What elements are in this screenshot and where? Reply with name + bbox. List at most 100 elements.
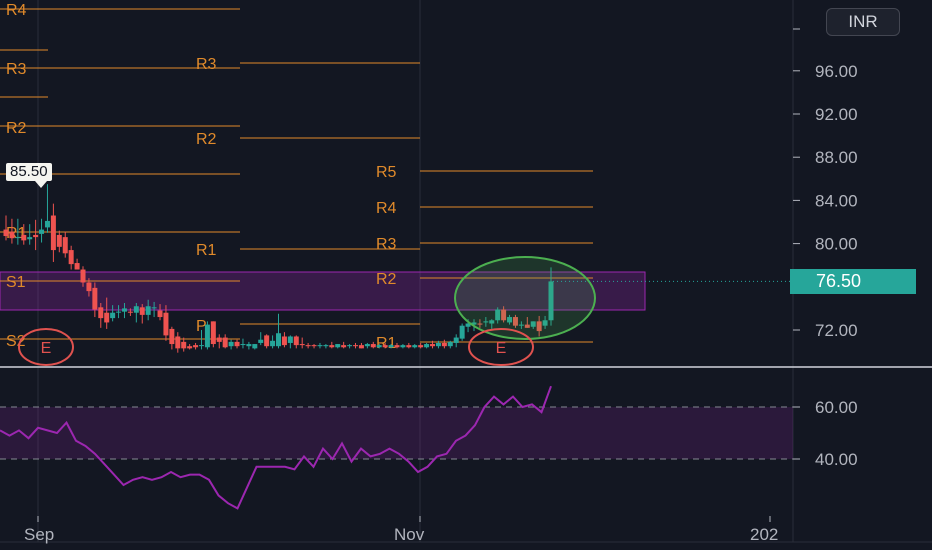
price-tick-label: 84.00: [815, 191, 858, 210]
candle-body: [293, 336, 299, 346]
candle-body: [459, 325, 465, 339]
rsi-tick-label: 40.00: [815, 450, 858, 469]
time-tick-label: Nov: [394, 525, 425, 544]
candle-body: [216, 337, 222, 342]
candle-body: [347, 345, 353, 347]
candle-body: [116, 311, 122, 313]
candlestick-series: [3, 184, 554, 353]
candle-body: [228, 341, 234, 347]
candle-body: [299, 344, 305, 346]
candle-body: [258, 339, 264, 343]
candle-body: [104, 312, 110, 323]
price-tick-label: 80.00: [815, 235, 858, 254]
candle-body: [127, 311, 133, 313]
candle-body: [412, 345, 418, 348]
price-tick-label: 72.00: [815, 321, 858, 340]
candle-body: [406, 345, 412, 348]
time-tick-label: Sep: [24, 525, 54, 544]
pivot-label: R1: [196, 242, 217, 259]
candle-body: [50, 215, 56, 251]
candle-body: [246, 344, 252, 347]
candle-body: [418, 345, 424, 348]
currency-label[interactable]: INR: [826, 8, 900, 36]
candle-body: [388, 345, 394, 348]
candle-body: [317, 345, 323, 347]
candle-body: [68, 250, 74, 265]
candle-body: [335, 344, 341, 348]
pivot-label: R5: [376, 164, 397, 181]
time-axis: Sep Nov 202: [24, 516, 778, 544]
candle-body: [435, 342, 441, 347]
candle-body: [323, 345, 329, 347]
candle-body: [39, 229, 45, 234]
candle-body: [234, 341, 240, 347]
candle-body: [9, 231, 15, 239]
candle-body: [74, 263, 80, 270]
candle-body: [145, 306, 151, 315]
candle-body: [370, 344, 376, 348]
candle-body: [193, 345, 199, 348]
candle-body: [305, 345, 311, 347]
candle-body: [139, 307, 145, 315]
candle-body: [163, 312, 169, 336]
candle-body: [133, 306, 139, 313]
pivot-label: R2: [6, 120, 27, 137]
candle-body: [311, 345, 317, 347]
candle-body: [382, 345, 388, 348]
price-tick-label: 88.00: [815, 148, 858, 167]
pivot-label: R2: [376, 271, 397, 288]
candle-body: [15, 237, 21, 239]
candle-body: [80, 269, 86, 283]
pivot-label: R3: [376, 236, 397, 253]
pivot-label: S2: [6, 333, 26, 350]
pivot-label: R4: [376, 200, 397, 217]
candle-body: [33, 234, 39, 238]
candle-body: [27, 237, 33, 240]
candle-body: [3, 229, 9, 237]
candle-body: [287, 336, 293, 343]
highlight-circle: [454, 256, 596, 340]
candle-body: [264, 335, 270, 347]
price-tick-label: 92.00: [815, 105, 858, 124]
candle-body: [56, 234, 62, 247]
high-marker-pointer: [35, 181, 47, 188]
event-label: E: [496, 340, 507, 357]
candle-body: [400, 345, 406, 348]
candle-body: [329, 345, 335, 348]
candle-body: [240, 344, 246, 346]
candle-body: [157, 310, 163, 318]
pivot-label: R1: [376, 335, 397, 352]
candle-body: [175, 336, 181, 349]
candle-body: [270, 340, 276, 347]
candle-body: [169, 328, 175, 345]
pivot-label: R3: [196, 56, 217, 73]
candle-body: [86, 282, 92, 292]
candle-body: [376, 345, 382, 348]
candle-body: [441, 342, 447, 347]
candle-body: [222, 337, 228, 348]
rsi-tick-label: 60.00: [815, 398, 858, 417]
rsi-panel: 60.00 40.00: [0, 385, 858, 510]
event-label: E: [41, 340, 52, 357]
pivot-label: S1: [6, 274, 26, 291]
candle-body: [453, 337, 459, 343]
candle-body: [121, 308, 127, 312]
candle-body: [358, 345, 364, 349]
candle-body: [424, 344, 430, 348]
candle-body: [447, 341, 453, 347]
candle-body: [110, 312, 116, 319]
candle-body: [92, 287, 98, 310]
candle-body: [394, 345, 400, 348]
candle-body: [204, 324, 210, 348]
candle-body: [210, 321, 216, 345]
candle-body: [341, 345, 347, 348]
candle-body: [62, 237, 68, 254]
candle-body: [181, 341, 187, 349]
pivot-label: R3: [6, 61, 27, 78]
pivot-label: R4: [6, 2, 27, 19]
time-tick-label: 202: [750, 525, 778, 544]
candle-body: [281, 336, 287, 346]
candle-body: [21, 234, 27, 241]
rsi-band: [0, 407, 793, 459]
candle-body: [353, 345, 359, 347]
